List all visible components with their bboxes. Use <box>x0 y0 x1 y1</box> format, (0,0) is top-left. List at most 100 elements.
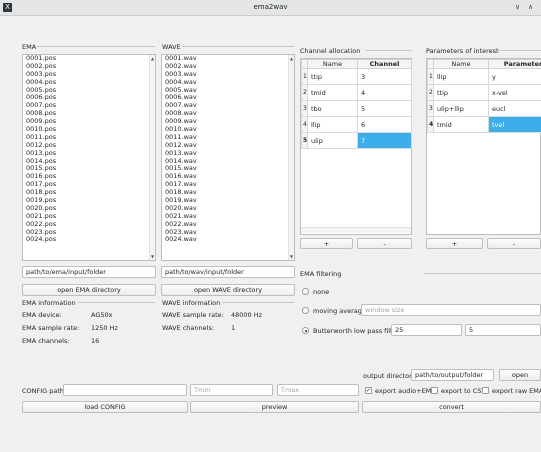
table-row[interactable]: 3 tbo 5 <box>301 100 412 117</box>
list-item[interactable]: 0024.pos <box>23 236 155 244</box>
window-size-input[interactable]: window size <box>361 304 541 316</box>
filtering-divider <box>424 273 541 274</box>
export-csv-checkbox[interactable] <box>431 387 438 394</box>
butterworth-cutoff-input[interactable]: 25 <box>391 324 462 336</box>
export-raw-ema-label: export raw EMA <box>492 387 541 395</box>
convert-button[interactable]: convert <box>362 401 541 413</box>
channel-add-button[interactable]: + <box>300 238 353 249</box>
column-header-parameter[interactable]: Parameter <box>488 59 541 69</box>
channel-number-cell[interactable]: 4 <box>357 84 412 101</box>
ema-info-label: EMA information <box>22 299 76 307</box>
open-output-button[interactable]: open <box>499 369 541 381</box>
channel-allocation-table[interactable]: Name Channel 1 ttip 3 2 tmid 4 3 tbo 5 4 llip 6 5 uli… <box>300 58 412 235</box>
tmin-input[interactable]: Tmin <box>190 384 273 396</box>
parameter-remove-button[interactable]: - <box>487 238 541 249</box>
channel-name-cell[interactable]: llip <box>307 116 358 133</box>
table-row[interactable]: 5 ulip 7 <box>301 132 412 149</box>
channel-remove-button[interactable]: - <box>357 238 412 249</box>
wave-file-list[interactable]: 0001.wav 0002.wav 0003.wav 0004.wav 0005.wav… <box>161 54 295 261</box>
ema-info-divider <box>78 302 155 303</box>
channel-table-hscrollbar[interactable] <box>301 227 411 233</box>
channel-allocation-divider <box>366 50 412 51</box>
ema-list-scrollbar[interactable]: ▲ ▼ <box>149 55 155 260</box>
wave-info-divider <box>222 302 294 303</box>
list-item[interactable]: 0024.wav <box>162 236 294 244</box>
ema-path-input[interactable]: path/to/ema/input/folder <box>22 266 156 278</box>
wave-channels-label: WAVE channels: <box>162 324 215 332</box>
channel-number-cell[interactable]: 3 <box>357 68 412 85</box>
output-directory-input[interactable]: path/to/output/folder <box>411 369 494 381</box>
parameter-name-cell[interactable]: tmid <box>433 116 489 133</box>
ema-device-label: EMA device: <box>22 311 62 319</box>
parameter-value-cell[interactable]: tvel <box>488 116 541 133</box>
config-path-label: CONFIG path: <box>22 387 67 395</box>
export-audio-ema-label: export audio+EMA <box>375 387 436 395</box>
config-path-input[interactable] <box>63 384 187 396</box>
table-row[interactable]: 3 ulip+llip eucl <box>427 100 541 117</box>
channel-name-cell[interactable]: tmid <box>307 84 358 101</box>
butterworth-order-input[interactable]: 5 <box>465 324 541 336</box>
column-header-channel[interactable]: Channel <box>357 59 412 69</box>
ema-group-label: EMA <box>22 43 37 51</box>
ema-channels-value: 16 <box>91 337 100 345</box>
load-config-button[interactable]: load CONFIG <box>22 401 188 413</box>
parameter-name-cell[interactable]: ttip <box>433 84 489 101</box>
title-bar: X ema2wav ∨ ∧ <box>0 0 541 16</box>
wave-list-scrollbar[interactable]: ▲ ▼ <box>288 55 294 260</box>
channel-allocation-label: Channel allocation <box>300 47 361 55</box>
open-ema-directory-button[interactable]: open EMA directory <box>22 284 156 296</box>
channel-number-cell[interactable]: 7 <box>357 132 412 149</box>
table-row[interactable]: 2 tmid 4 <box>301 84 412 101</box>
filter-moving-average-label: moving average <box>313 307 366 315</box>
window-title: ema2wav <box>253 3 288 11</box>
table-row[interactable]: 4 tmid tvel <box>427 116 541 133</box>
wave-info-label: WAVE information <box>162 299 221 307</box>
parameter-value-cell[interactable]: y <box>488 68 541 85</box>
preview-button[interactable]: preview <box>190 401 359 413</box>
export-audio-ema-checkbox[interactable]: ✓ <box>365 387 372 394</box>
wave-group-label: WAVE <box>162 43 181 51</box>
export-csv-label: export to CSV <box>441 387 486 395</box>
table-row[interactable]: 1 ttip 3 <box>301 68 412 85</box>
wave-rate-value: 48000 Hz <box>231 311 263 319</box>
wave-rate-label: WAVE sample rate: <box>162 311 224 319</box>
filter-butterworth-label: Butterworth low pass filter <box>313 327 400 335</box>
tmax-input[interactable]: Tmax <box>277 384 359 396</box>
channel-name-cell[interactable]: tbo <box>307 100 358 117</box>
export-raw-ema-checkbox[interactable] <box>482 387 489 394</box>
table-row[interactable]: 4 llip 6 <box>301 116 412 133</box>
channel-number-cell[interactable]: 5 <box>357 100 412 117</box>
wave-divider <box>182 46 294 47</box>
column-header-name[interactable]: Name <box>307 59 358 69</box>
column-header-name[interactable]: Name <box>433 59 489 69</box>
filter-butterworth-radio[interactable] <box>302 327 309 334</box>
ema-rate-value: 1250 Hz <box>91 324 118 332</box>
ema-filtering-label: EMA filtering <box>300 270 342 278</box>
filter-none-label: none <box>313 288 330 296</box>
parameter-name-cell[interactable]: ulip+llip <box>433 100 489 117</box>
open-wave-directory-button[interactable]: open WAVE directory <box>161 284 295 296</box>
wave-channels-value: 1 <box>231 324 236 332</box>
parameters-label: Parameters of interest <box>426 47 499 55</box>
ema-channels-label: EMA channels: <box>22 337 70 345</box>
output-directory-label: output directory: <box>363 372 418 380</box>
ema-rate-label: EMA sample rate: <box>22 324 80 332</box>
ema-file-list[interactable]: 0001.pos 0002.pos 0003.pos 0004.pos 0005.pos… <box>22 54 156 261</box>
parameters-divider <box>498 50 541 51</box>
parameter-value-cell[interactable]: eucl <box>488 100 541 117</box>
parameter-add-button[interactable]: + <box>426 238 483 249</box>
wave-path-input[interactable]: path/to/wav/input/folder <box>161 266 295 278</box>
table-row[interactable]: 1 llip y <box>427 68 541 85</box>
ema-device-value: AG50x <box>91 311 113 319</box>
table-row[interactable]: 2 ttip x-vel <box>427 84 541 101</box>
parameter-name-cell[interactable]: llip <box>433 68 489 85</box>
filter-moving-average-radio[interactable] <box>302 307 309 314</box>
channel-name-cell[interactable]: ulip <box>307 132 358 149</box>
maximize-icon[interactable]: ∧ <box>528 3 533 11</box>
channel-name-cell[interactable]: ttip <box>307 68 358 85</box>
parameters-table[interactable]: Name Parameter 1 llip y 2 ttip x-vel 3 ulip+lli… <box>426 58 541 235</box>
minimize-icon[interactable]: ∨ <box>515 3 520 11</box>
channel-number-cell[interactable]: 6 <box>357 116 412 133</box>
filter-none-radio[interactable] <box>302 288 309 295</box>
parameter-value-cell[interactable]: x-vel <box>488 84 541 101</box>
